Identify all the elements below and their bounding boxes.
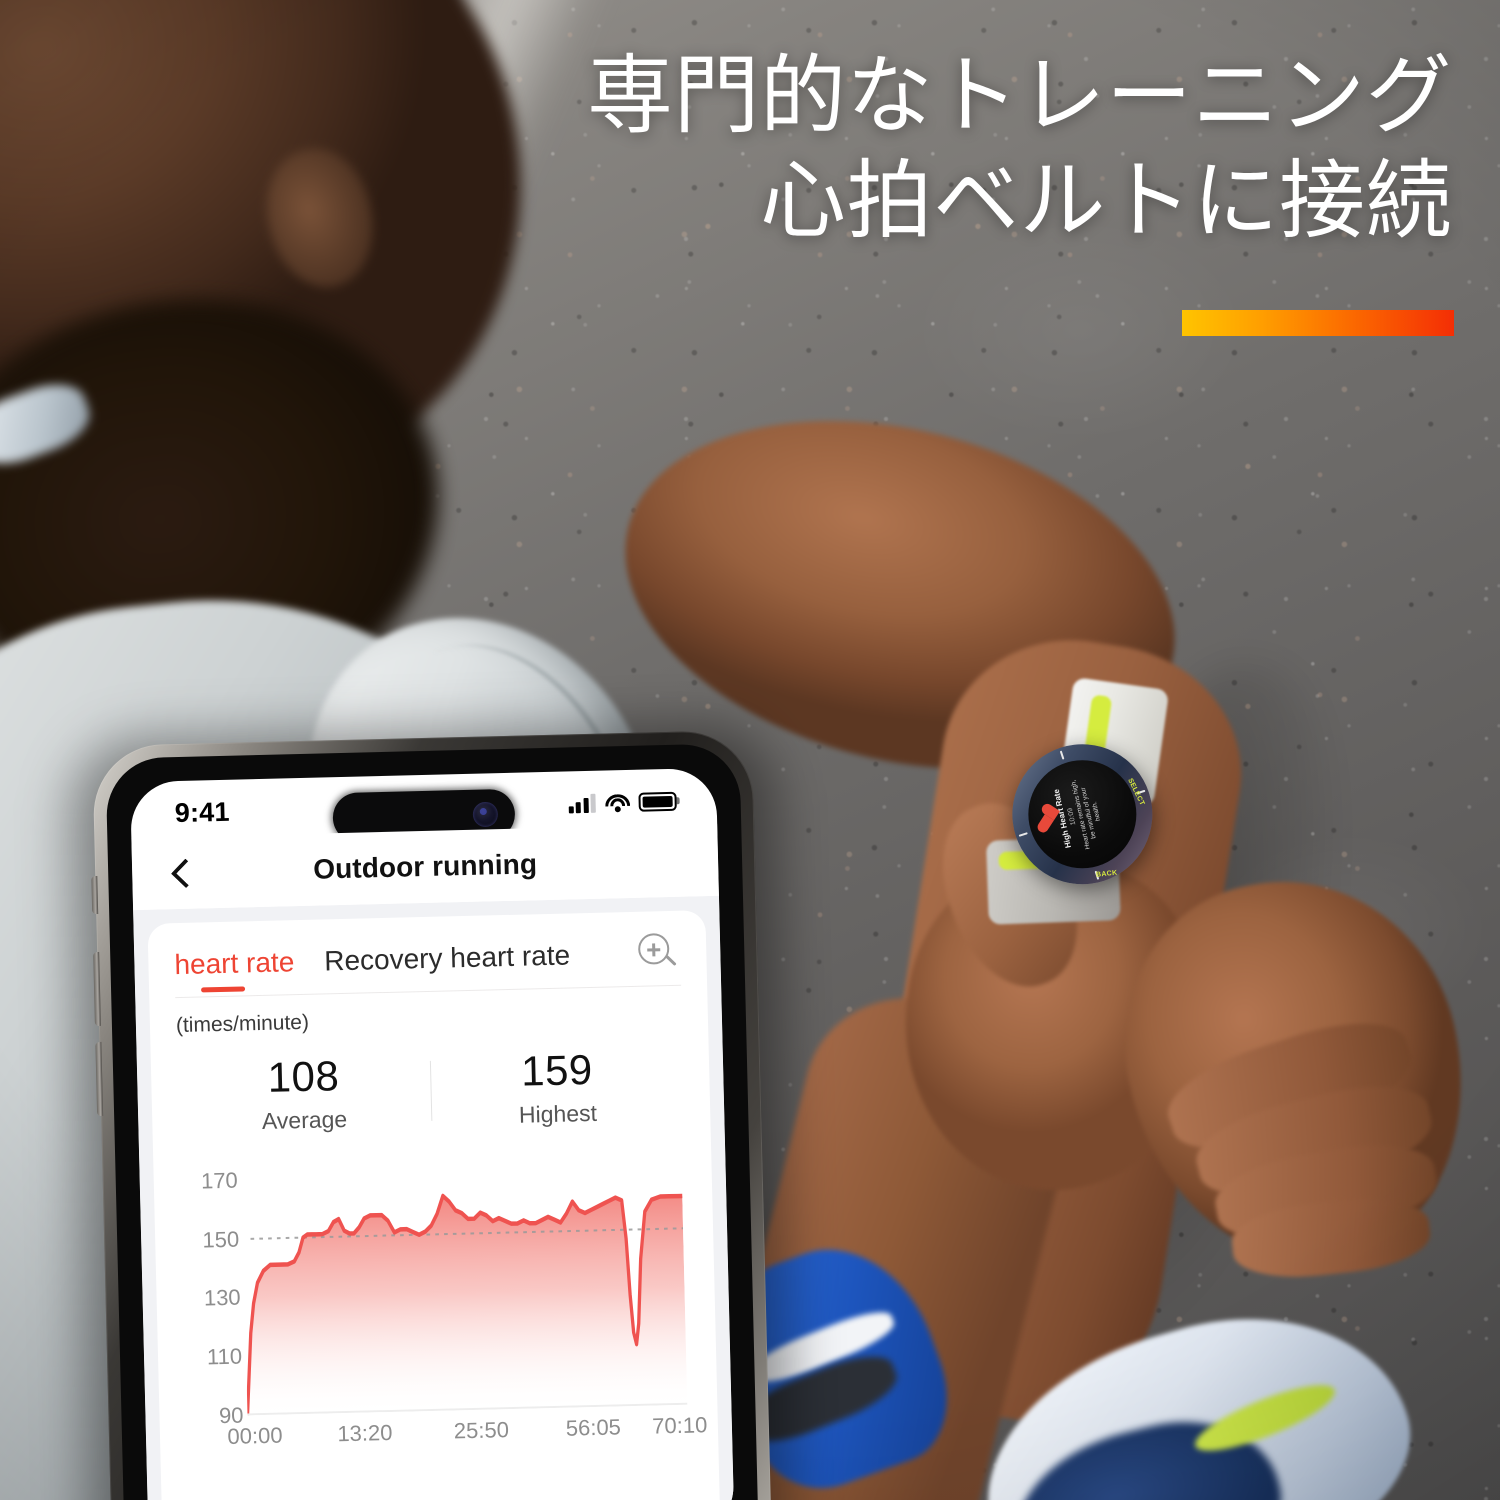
smartphone-mockup: 9:41 Outdoor running heart rate Recovery… — [69, 723, 795, 1500]
chart-y-tick: 170 — [200, 1167, 239, 1194]
chart-x-tick: 13:20 — [337, 1419, 393, 1447]
stat-average-value: 108 — [267, 1052, 340, 1101]
chart-svg — [245, 1193, 688, 1416]
headline: 専門的なトレーニング 心拍ベルトに接続 — [587, 44, 1452, 254]
page-body: heart rate Recovery heart rate (times/mi… — [133, 895, 735, 1500]
heart-rate-chart: 90 110 130 150 170 00:00 13:20 25:50 56:… — [179, 1155, 708, 1467]
cellular-bars-icon — [568, 793, 596, 813]
stat-highest-value: 159 — [520, 1045, 594, 1095]
stats-row: 108 Average 159 Highest — [177, 1044, 685, 1145]
status-bar-indicators — [568, 791, 677, 813]
chart-x-tick: 70:10 — [651, 1412, 708, 1439]
volume-up-button[interactable] — [93, 951, 101, 1027]
phone-screen: 9:41 Outdoor running heart rate Recovery… — [129, 767, 735, 1500]
status-bar-time: 9:41 — [174, 796, 230, 828]
chart-y-tick: 110 — [206, 1343, 243, 1370]
phone-bezel: 9:41 Outdoor running heart rate Recovery… — [105, 743, 760, 1500]
magnifier-plus-icon[interactable] — [637, 933, 679, 974]
tab-heart-rate[interactable]: heart rate — [174, 946, 295, 997]
chart-plot-area — [241, 1155, 688, 1416]
heart-icon — [1035, 809, 1059, 835]
stat-average-label: Average — [261, 1105, 348, 1135]
battery-full-icon — [638, 791, 677, 812]
page-title: Outdoor running — [312, 848, 538, 885]
volume-down-button[interactable] — [95, 1041, 104, 1117]
chart-x-tick: 56:05 — [565, 1414, 622, 1441]
accent-gradient-bar — [1182, 310, 1454, 336]
silent-switch[interactable] — [91, 875, 99, 915]
stat-highest-label: Highest — [518, 1099, 598, 1128]
unit-label: (times/minute) — [175, 1010, 310, 1038]
chevron-left-icon[interactable] — [168, 861, 193, 886]
tab-recovery-heart-rate[interactable]: Recovery heart rate — [324, 939, 571, 993]
stat-highest: 159 Highest — [430, 1044, 684, 1131]
chart-y-tick: 150 — [202, 1226, 240, 1253]
heart-rate-card: heart rate Recovery heart rate (times/mi… — [147, 910, 721, 1500]
chart-x-tick: 00:00 — [227, 1422, 283, 1449]
chart-y-axis: 90 110 130 150 170 — [179, 1166, 244, 1428]
promo-banner: 専門的なトレーニング 心拍ベルトに接続 SELECT BACK High Hea… — [0, 0, 1500, 1500]
chart-x-axis: 00:00 13:20 25:50 56:05 70:10 — [227, 1412, 707, 1460]
headline-line-1: 専門的なトレーニング — [587, 46, 1452, 146]
watch-bezel-tick — [1018, 832, 1028, 837]
watch-screen[interactable]: High Heart Rate 10:09 Heart rate remains… — [1028, 760, 1137, 869]
stat-average: 108 Average — [177, 1050, 431, 1137]
phone-frame: 9:41 Outdoor running heart rate Recovery… — [91, 729, 773, 1500]
watch-bezel-tick — [1059, 750, 1065, 760]
tab-bar: heart rate Recovery heart rate — [174, 933, 681, 997]
front-camera-icon — [472, 801, 499, 828]
headline-line-2: 心拍ベルトに接続 — [760, 150, 1452, 251]
chart-x-tick: 25:50 — [453, 1417, 510, 1444]
chart-y-tick: 130 — [203, 1284, 241, 1311]
nav-bar: Outdoor running — [131, 823, 719, 911]
wifi-icon — [604, 792, 630, 812]
watch-alert-message: Heart rate remains high, be mindful of y… — [1069, 779, 1103, 850]
